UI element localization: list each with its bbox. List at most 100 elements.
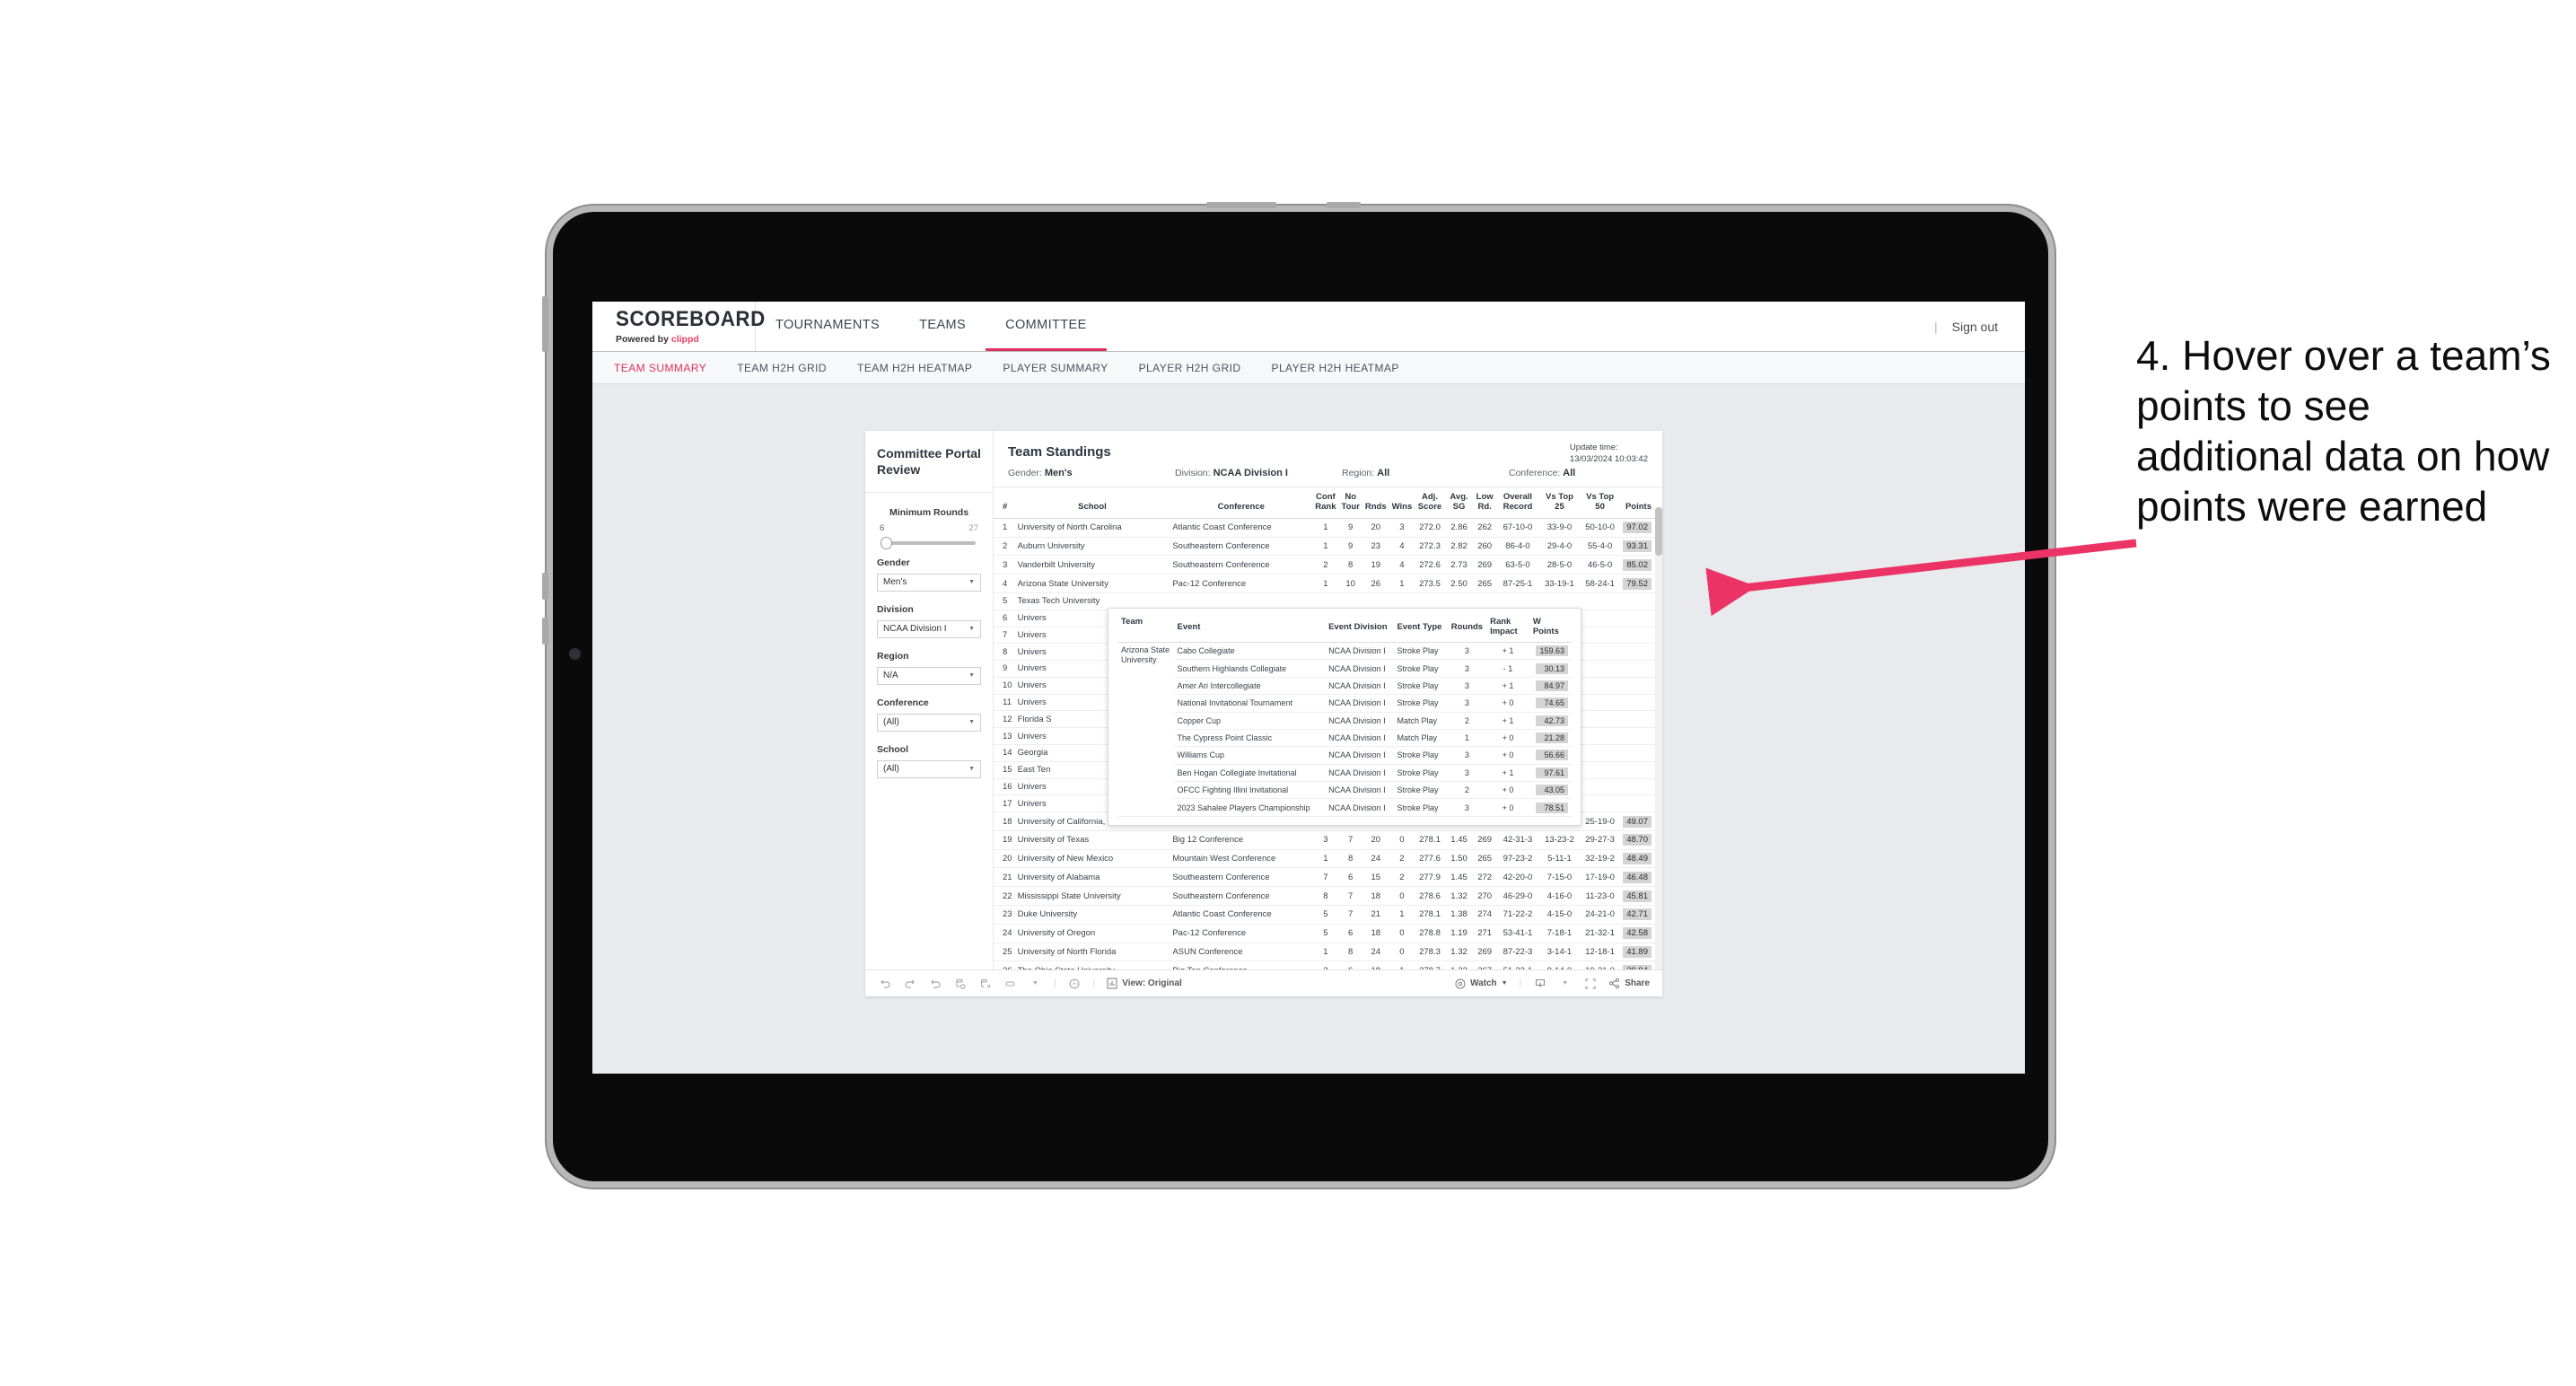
- points-chip[interactable]: 42.71: [1623, 908, 1652, 921]
- minimum-rounds-slider[interactable]: [881, 536, 976, 549]
- points-chip[interactable]: 39.94: [1623, 964, 1652, 969]
- region-select[interactable]: N/A ▼: [877, 666, 981, 685]
- table-scrollbar-track[interactable]: [1655, 507, 1662, 969]
- cell-overall: 63-5-0: [1496, 555, 1539, 575]
- slider-thumb[interactable]: [881, 536, 892, 549]
- table-row[interactable]: 4 Arizona State University Pac-12 Conferen…: [994, 574, 1662, 593]
- points-chip[interactable]: 48.70: [1623, 834, 1652, 847]
- table-row[interactable]: 3 Vanderbilt University Southeastern Confe…: [994, 555, 1662, 575]
- chevron-down-icon[interactable]: ▼: [1029, 977, 1042, 990]
- download-icon[interactable]: [1533, 977, 1546, 990]
- points-chip[interactable]: 93.31: [1623, 540, 1652, 553]
- col-low-rd[interactable]: Low Rd.: [1473, 487, 1497, 519]
- refresh-data-icon[interactable]: [953, 977, 967, 990]
- points-chip[interactable]: 48.49: [1623, 853, 1652, 865]
- school-select[interactable]: (All) ▼: [877, 759, 981, 778]
- table-row[interactable]: 21 University of Alabama Southeastern Conf…: [994, 867, 1662, 888]
- meta-region: Region: All: [1342, 468, 1509, 478]
- cell-conference: Mountain West Conference: [1170, 849, 1313, 869]
- tooltip-cell-type: Stroke Play: [1393, 677, 1448, 696]
- nav-item-tournaments[interactable]: TOURNAMENTS: [756, 302, 899, 351]
- col-vs-top-50[interactable]: Vs Top 50: [1580, 487, 1621, 519]
- cell-school: Mississippi State University: [1014, 886, 1170, 907]
- col-no-tour[interactable]: No Tour: [1338, 487, 1362, 519]
- redo-icon[interactable]: [903, 977, 916, 990]
- chevron-down-icon[interactable]: ▼: [1558, 977, 1572, 990]
- header-right-actions: | Sign out: [1934, 302, 2025, 351]
- device-preview-icon[interactable]: [1068, 977, 1082, 990]
- nav-item-teams[interactable]: TEAMS: [899, 302, 986, 351]
- col-conference[interactable]: Conference: [1170, 487, 1313, 519]
- nav-item-committee[interactable]: COMMITTEE: [986, 302, 1107, 351]
- tab-team-summary[interactable]: TEAM SUMMARY: [614, 362, 706, 374]
- meta-division-label: Division:: [1175, 468, 1211, 478]
- pause-icon[interactable]: [1003, 977, 1017, 990]
- table-row[interactable]: 26The Ohio State UniversityBig Ten Confe…: [994, 961, 1662, 969]
- pause-auto-update-icon[interactable]: [978, 977, 992, 990]
- chevron-down-icon: ▼: [1501, 980, 1508, 987]
- col-avg-sg[interactable]: Avg. SG: [1444, 487, 1474, 519]
- table-row[interactable]: 24 University of Oregon Pac-12 Conference 5…: [994, 924, 1662, 943]
- cell-wins: 0: [1389, 943, 1415, 962]
- tab-team-h2h-heatmap[interactable]: TEAM H2H HEATMAP: [857, 362, 972, 374]
- points-chip[interactable]: 49.07: [1623, 815, 1652, 828]
- cell-low_rd: 272: [1473, 867, 1497, 888]
- view-original-button[interactable]: View: Original: [1107, 978, 1182, 989]
- sign-out-link[interactable]: Sign out: [1952, 320, 1998, 334]
- brand-clippd-name: clippd: [670, 333, 699, 345]
- col-rank[interactable]: #: [994, 487, 1015, 519]
- share-button[interactable]: Share: [1608, 978, 1650, 989]
- points-chip[interactable]: 97.02: [1623, 522, 1652, 534]
- cell-school: Auburn University: [1014, 537, 1170, 557]
- filter-school-label: School: [877, 743, 909, 755]
- points-chip[interactable]: 42.58: [1623, 927, 1652, 940]
- table-row[interactable]: 19 University of Texas Big 12 Conference 3 7…: [994, 830, 1662, 850]
- tooltip-cell-event: 2023 Sahalee Players Championship: [1173, 798, 1326, 817]
- cell-vs50: [1580, 761, 1621, 779]
- tooltip-row: 2023 Sahalee Players Championship NCAA Di…: [1117, 798, 1572, 817]
- revert-icon[interactable]: [928, 977, 942, 990]
- brand-logo[interactable]: SCOREBOARD Powered by clippd: [592, 302, 765, 351]
- col-conf-rank[interactable]: Conf Rank: [1312, 487, 1339, 519]
- conference-select[interactable]: (All) ▼: [877, 713, 981, 732]
- cell-overall: 42-20-0: [1496, 867, 1539, 888]
- meta-conference: Conference: All: [1509, 468, 1575, 478]
- device-side-button-volume-up: [542, 573, 548, 600]
- table-scrollbar-thumb[interactable]: [1655, 507, 1662, 556]
- col-overall-record[interactable]: Overall Record: [1496, 487, 1539, 519]
- col-school[interactable]: School: [1014, 487, 1170, 519]
- cell-vs50: [1580, 794, 1621, 813]
- watch-button[interactable]: Watch ▼: [1455, 978, 1508, 989]
- fullscreen-icon[interactable]: [1583, 977, 1597, 990]
- points-chip[interactable]: 41.89: [1623, 945, 1652, 958]
- cell-vs50: 50-10-0: [1580, 518, 1621, 538]
- points-chip[interactable]: 85.02: [1623, 558, 1652, 571]
- col-adj-score[interactable]: Adj. Score: [1415, 487, 1445, 519]
- cell-no_tour: 6: [1338, 961, 1362, 969]
- table-row[interactable]: 23 Duke University Atlantic Coast Conferen…: [994, 905, 1662, 925]
- col-vs-top-25[interactable]: Vs Top 25: [1538, 487, 1581, 519]
- points-chip[interactable]: 46.48: [1623, 871, 1652, 883]
- table-row[interactable]: 25 University of North Florida ASUN Confer…: [994, 943, 1662, 962]
- cell-avg_sg: 1.50: [1444, 849, 1474, 869]
- table-row[interactable]: 1 University of North Carolina Atlantic Co…: [994, 518, 1662, 538]
- tab-team-h2h-grid[interactable]: TEAM H2H GRID: [737, 362, 827, 374]
- tab-player-h2h-heatmap[interactable]: PLAYER H2H HEATMAP: [1271, 362, 1398, 374]
- division-select[interactable]: NCAA Division I ▼: [877, 619, 981, 638]
- col-wins[interactable]: Wins: [1389, 487, 1415, 519]
- undo-icon[interactable]: [878, 977, 891, 990]
- col-rnds[interactable]: Rnds: [1362, 487, 1389, 519]
- points-chip[interactable]: 45.81: [1623, 890, 1652, 902]
- table-row[interactable]: 20 University of New Mexico Mountain West …: [994, 849, 1662, 869]
- gender-select[interactable]: Men's ▼: [877, 573, 981, 592]
- table-row[interactable]: 2 Auburn University Southeastern Conferenc…: [994, 537, 1662, 557]
- standings-table-wrapper: # School Conference Conf Rank No Tour Rn…: [994, 487, 1662, 969]
- cell-rank: 5: [994, 592, 1015, 610]
- cell-vs25: 7-18-1: [1538, 924, 1581, 943]
- points-chip[interactable]: 79.52: [1623, 577, 1652, 590]
- tab-player-h2h-grid[interactable]: PLAYER H2H GRID: [1139, 362, 1241, 374]
- tooltip-cell-rounds: 2: [1447, 781, 1487, 800]
- tab-player-summary[interactable]: PLAYER SUMMARY: [1003, 362, 1108, 374]
- table-row[interactable]: 22 Mississippi State University Southeaste…: [994, 886, 1662, 907]
- standings-header-row: # School Conference Conf Rank No Tour Rn…: [994, 487, 1662, 519]
